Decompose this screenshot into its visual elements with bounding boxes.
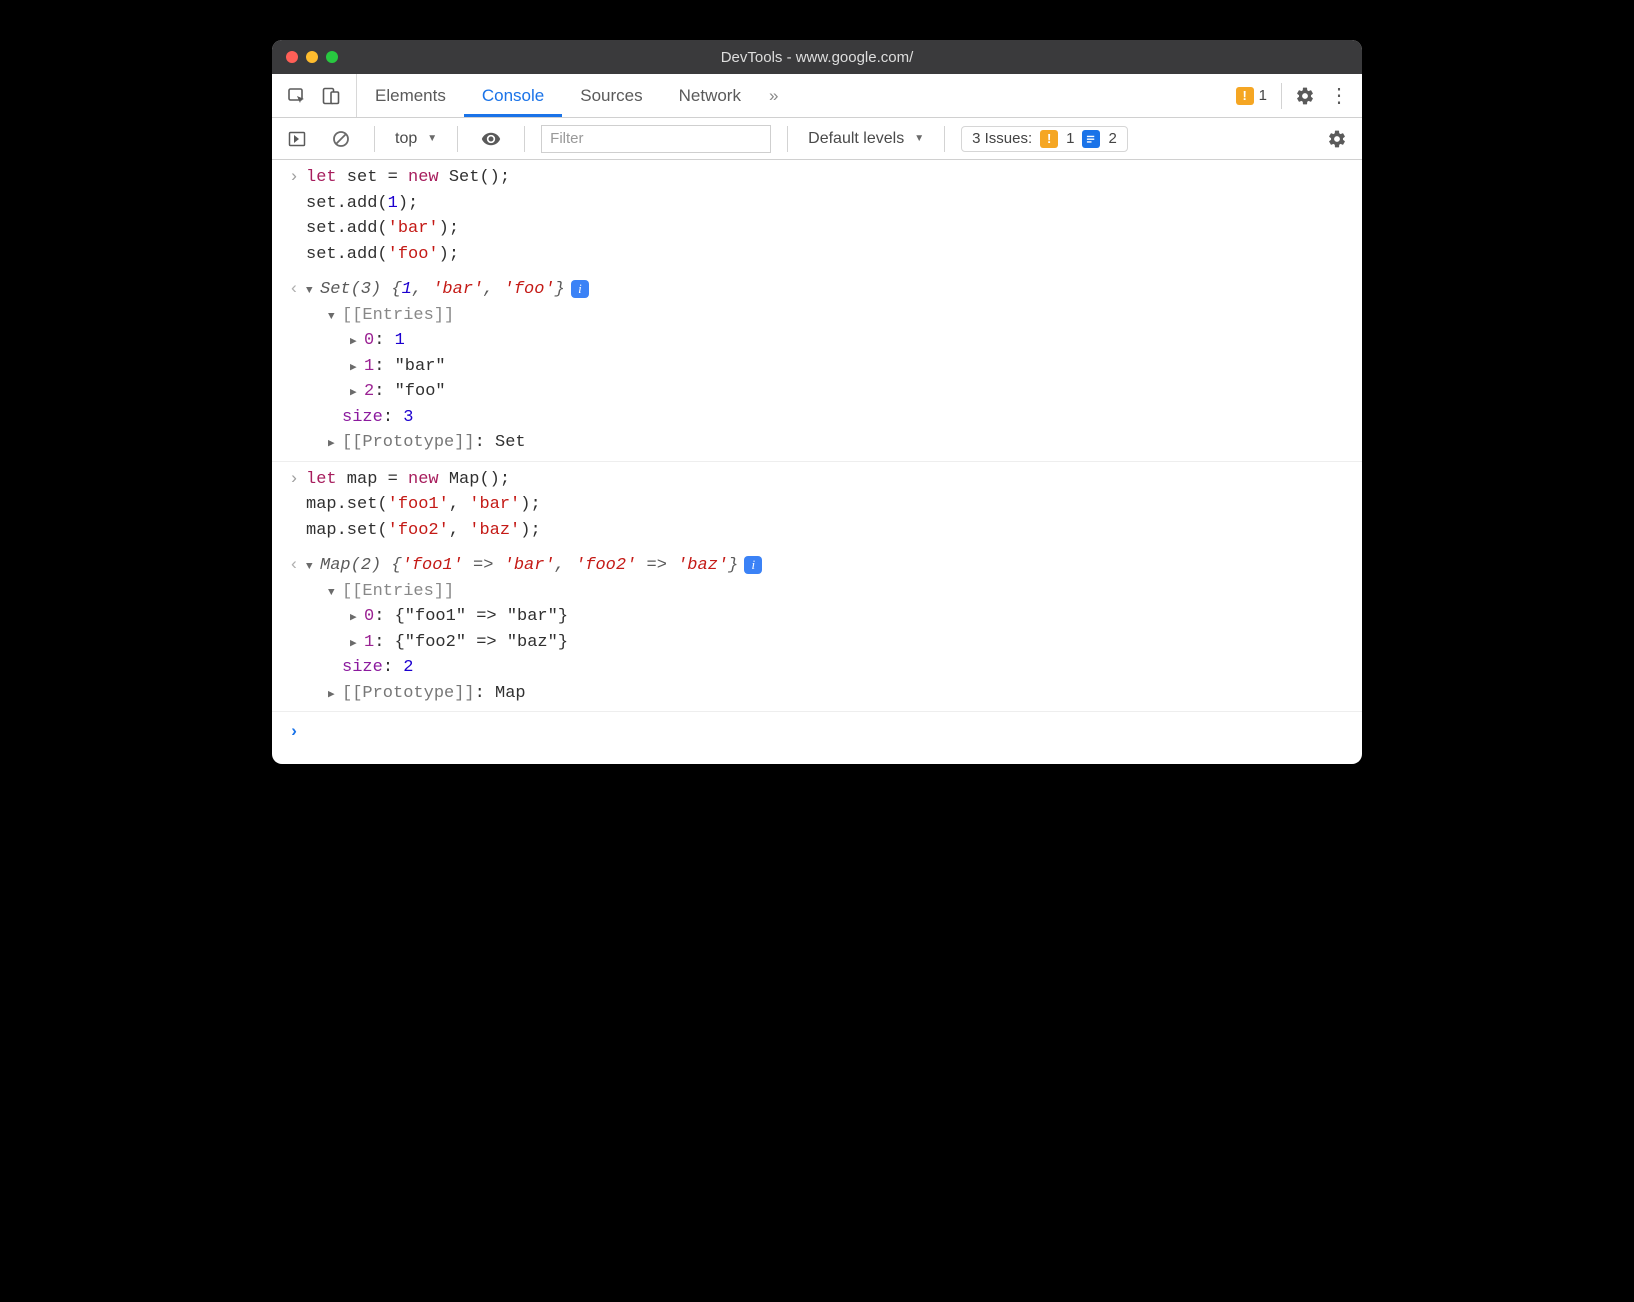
divider xyxy=(944,126,945,152)
expand-toggle[interactable] xyxy=(328,681,342,707)
issues-label: 3 Issues: xyxy=(972,130,1032,147)
warning-icon: ! xyxy=(1040,130,1058,148)
issues-pill[interactable]: 3 Issues: ! 1 2 xyxy=(961,126,1128,152)
expand-toggle[interactable] xyxy=(328,430,342,456)
console-input-row: › let set = new Set(); set.add(1); set.a… xyxy=(272,160,1362,272)
expand-toggle[interactable] xyxy=(350,630,364,656)
toggle-sidebar-icon[interactable] xyxy=(280,122,314,156)
window-title: DevTools - www.google.com/ xyxy=(272,49,1362,66)
titlebar: DevTools - www.google.com/ xyxy=(272,40,1362,74)
divider xyxy=(457,126,458,152)
input-prompt-icon: › xyxy=(282,467,306,544)
prompt-chevron-icon: › xyxy=(282,720,306,746)
log-levels-selector[interactable]: Default levels xyxy=(804,130,928,148)
tab-sources[interactable]: Sources xyxy=(562,74,660,117)
context-label: top xyxy=(395,130,417,148)
warnings-badge[interactable]: ! 1 xyxy=(1228,84,1275,108)
device-toolbar-icon[interactable] xyxy=(314,79,348,113)
info-icon[interactable]: i xyxy=(744,556,762,574)
expand-toggle[interactable] xyxy=(306,553,320,579)
main-tabbar: Elements Console Sources Network » ! 1 ⋮ xyxy=(272,74,1362,118)
divider xyxy=(1281,83,1282,109)
console-output-row: ‹ Map(2) {'foo1' => 'bar', 'foo2' => 'ba… xyxy=(272,548,1362,712)
console-input-row: › let map = new Map(); map.set('foo1', '… xyxy=(272,462,1362,549)
tab-network[interactable]: Network xyxy=(661,74,759,117)
divider xyxy=(374,126,375,152)
output-indicator-icon: ‹ xyxy=(282,553,306,706)
output-indicator-icon: ‹ xyxy=(282,277,306,456)
tabs-overflow-icon[interactable]: » xyxy=(759,74,788,117)
code-block: let set = new Set(); set.add(1); set.add… xyxy=(306,165,1352,267)
live-expression-icon[interactable] xyxy=(474,122,508,156)
info-icon[interactable]: i xyxy=(571,280,589,298)
close-window-button[interactable] xyxy=(286,51,298,63)
console-output: › let set = new Set(); set.add(1); set.a… xyxy=(272,160,1362,764)
input-prompt-icon: › xyxy=(282,165,306,267)
code-block: let map = new Map(); map.set('foo1', 'ba… xyxy=(306,467,1352,544)
object-tree: Map(2) {'foo1' => 'bar', 'foo2' => 'baz'… xyxy=(306,553,1352,706)
divider xyxy=(787,126,788,152)
divider xyxy=(524,126,525,152)
more-menu-icon[interactable]: ⋮ xyxy=(1322,79,1356,113)
minimize-window-button[interactable] xyxy=(306,51,318,63)
devtools-window: DevTools - www.google.com/ Elements Cons… xyxy=(272,40,1362,764)
clear-console-icon[interactable] xyxy=(324,122,358,156)
expand-toggle[interactable] xyxy=(328,579,342,605)
expand-toggle[interactable] xyxy=(350,328,364,354)
zoom-window-button[interactable] xyxy=(326,51,338,63)
expand-toggle[interactable] xyxy=(350,604,364,630)
tab-elements[interactable]: Elements xyxy=(357,74,464,117)
console-prompt[interactable]: › xyxy=(272,712,1362,764)
console-output-row: ‹ Set(3) {1, 'bar', 'foo'}i[[Entries]]0:… xyxy=(272,272,1362,462)
warning-icon: ! xyxy=(1236,87,1254,105)
expand-toggle[interactable] xyxy=(350,379,364,405)
entries-label: [[Entries]] xyxy=(342,303,454,329)
issues-warn-count: 1 xyxy=(1066,130,1074,147)
expand-toggle[interactable] xyxy=(328,303,342,329)
filter-input[interactable] xyxy=(541,125,771,153)
expand-toggle[interactable] xyxy=(350,354,364,380)
warnings-count: 1 xyxy=(1259,87,1267,104)
inspect-element-icon[interactable] xyxy=(280,79,314,113)
expand-toggle[interactable] xyxy=(306,277,320,303)
issues-info-count: 2 xyxy=(1108,130,1116,147)
entries-label: [[Entries]] xyxy=(342,579,454,605)
object-tree: Set(3) {1, 'bar', 'foo'}i[[Entries]]0: 1… xyxy=(306,277,1352,456)
tab-console[interactable]: Console xyxy=(464,74,562,117)
context-selector[interactable]: top xyxy=(391,130,441,148)
console-toolbar: top Default levels 3 Issues: ! 1 2 xyxy=(272,118,1362,160)
traffic-lights xyxy=(286,51,338,63)
log-levels-label: Default levels xyxy=(808,130,904,148)
settings-icon[interactable] xyxy=(1288,79,1322,113)
info-icon xyxy=(1082,130,1100,148)
console-settings-icon[interactable] xyxy=(1320,122,1354,156)
